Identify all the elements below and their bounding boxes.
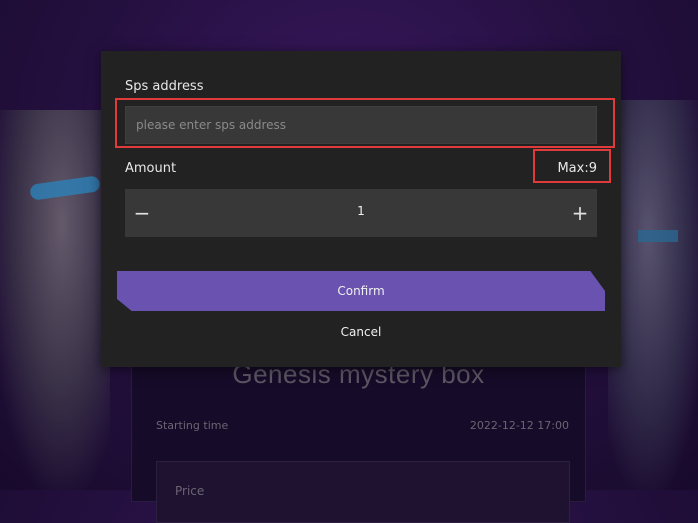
amount-label: Amount (125, 161, 177, 176)
amount-stepper: − 1 + (125, 189, 597, 237)
max-amount-label: Max:9 (557, 161, 597, 176)
price-box: Price (156, 461, 570, 523)
background-character-left (0, 110, 110, 490)
increment-button[interactable]: + (565, 189, 595, 237)
decrement-button[interactable]: − (127, 189, 157, 237)
plus-icon: + (571, 201, 589, 225)
sps-address-input[interactable] (125, 106, 597, 144)
confirm-button[interactable]: Confirm (117, 271, 605, 311)
price-label: Price (175, 484, 205, 498)
cancel-button[interactable]: Cancel (101, 325, 621, 339)
character-armor-panel (638, 230, 678, 242)
minus-icon: − (133, 201, 151, 225)
character-visor (29, 175, 101, 201)
starting-time-value: 2022-12-12 17:00 (469, 419, 569, 432)
purchase-modal: Sps address Amount Max:9 − 1 + Confirm C… (101, 51, 621, 367)
amount-value[interactable]: 1 (185, 204, 537, 218)
background-character-right (608, 100, 698, 490)
starting-time-label: Starting time (156, 419, 229, 432)
sps-address-label: Sps address (125, 79, 204, 94)
starting-time-row: Starting time 2022-12-12 17:00 (156, 419, 569, 432)
